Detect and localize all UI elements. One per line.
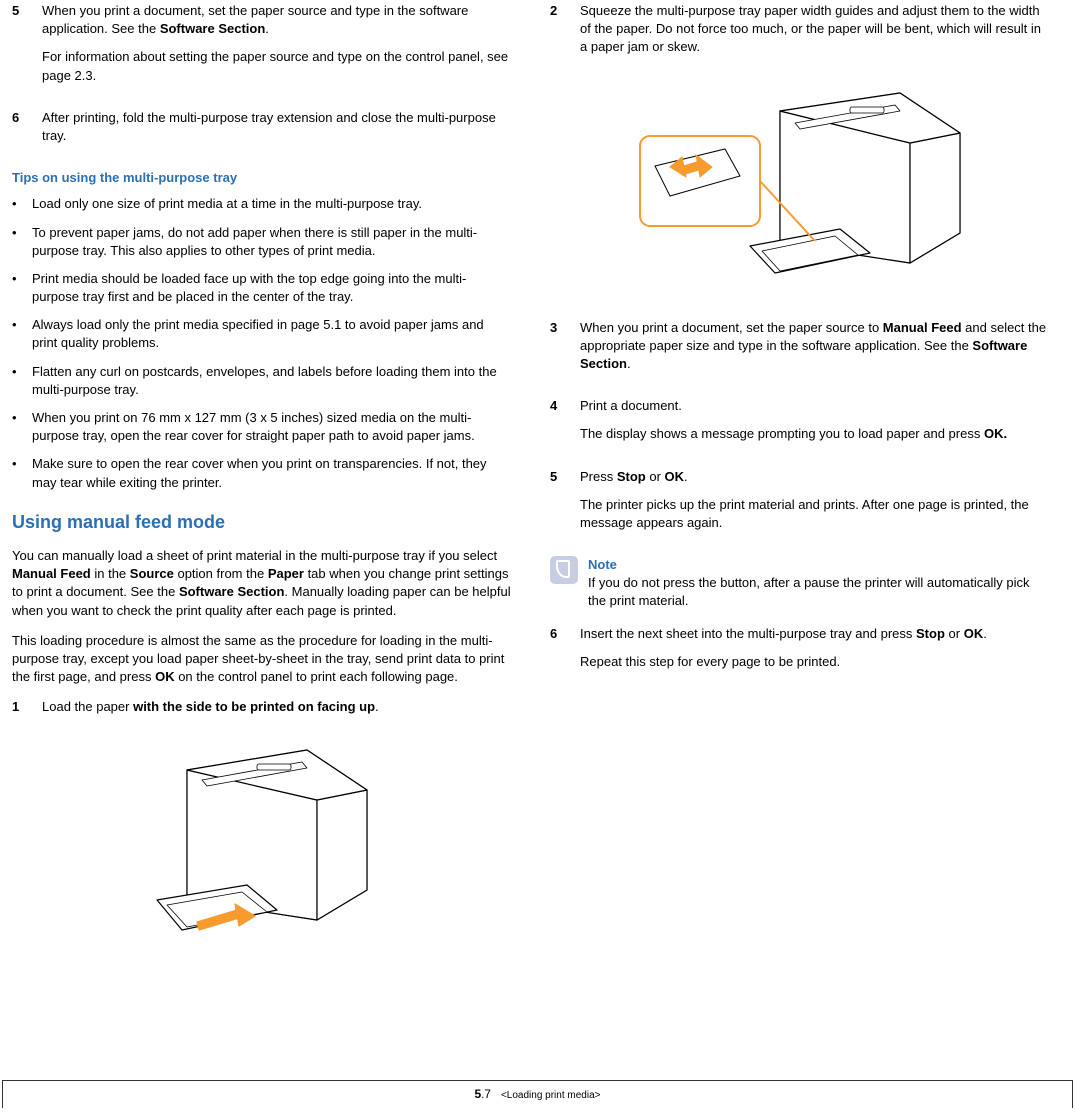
tip-item: •To prevent paper jams, do not add paper… <box>12 224 512 260</box>
step-number: 3 <box>550 319 568 384</box>
step-5-right: 5 Press Stop or OK. The printer picks up… <box>550 468 1050 543</box>
note-icon <box>550 556 578 584</box>
body-paragraph: You can manually load a sheet of print m… <box>12 547 512 620</box>
step-2: 2 Squeeze the multi-purpose tray paper w… <box>550 2 1050 67</box>
step-6: 6 After printing, fold the multi-purpose… <box>12 109 512 155</box>
step-text: The display shows a message prompting yo… <box>580 425 1050 443</box>
step-text: For information about setting the paper … <box>42 48 512 84</box>
section-heading: Using manual feed mode <box>12 510 512 535</box>
step-4: 4 Print a document. The display shows a … <box>550 397 1050 453</box>
tip-item: •Load only one size of print media at a … <box>12 195 512 213</box>
tip-item: •Always load only the print media specif… <box>12 316 512 352</box>
step-text: Print a document. <box>580 397 1050 415</box>
bullet-icon: • <box>12 363 22 399</box>
bullet-icon: • <box>12 316 22 352</box>
page-footer-frame: 5.7 <Loading print media> <box>2 1080 1073 1108</box>
tip-item: •Flatten any curl on postcards, envelope… <box>12 363 512 399</box>
page-footer: 5.7 <Loading print media> <box>475 1086 601 1103</box>
bullet-icon: • <box>12 224 22 260</box>
step-text: Squeeze the multi-purpose tray paper wid… <box>580 2 1050 57</box>
note-block: Note If you do not press the button, aft… <box>550 556 1050 611</box>
step-text: When you print a document, set the paper… <box>42 2 512 38</box>
step-number: 5 <box>12 2 30 95</box>
step-text: Insert the next sheet into the multi-pur… <box>580 625 1050 643</box>
body-paragraph: This loading procedure is almost the sam… <box>12 632 512 687</box>
step-6-right: 6 Insert the next sheet into the multi-p… <box>550 625 1050 681</box>
step-text: Repeat this step for every page to be pr… <box>580 653 1050 671</box>
step-text: When you print a document, set the paper… <box>580 319 1050 374</box>
bullet-icon: • <box>12 195 22 213</box>
tip-item: •When you print on 76 mm x 127 mm (3 x 5… <box>12 409 512 445</box>
step-3: 3 When you print a document, set the pap… <box>550 319 1050 384</box>
right-column: 2 Squeeze the multi-purpose tray paper w… <box>550 2 1050 968</box>
step-number: 5 <box>550 468 568 543</box>
step-number: 4 <box>550 397 568 453</box>
tip-item: •Print media should be loaded face up wi… <box>12 270 512 306</box>
footer-title: <Loading print media> <box>501 1089 601 1103</box>
printer-illustration-squeeze-guides <box>550 81 1050 301</box>
step-number: 2 <box>550 2 568 67</box>
bullet-icon: • <box>12 455 22 491</box>
bullet-icon: • <box>12 409 22 445</box>
bullet-icon: • <box>12 270 22 306</box>
printer-illustration-load-paper <box>12 740 512 950</box>
step-5: 5 When you print a document, set the pap… <box>12 2 512 95</box>
step-1: 1 Load the paper with the side to be pri… <box>12 698 512 726</box>
footer-page: 7 <box>484 1087 491 1101</box>
step-text: Press Stop or OK. <box>580 468 1050 486</box>
note-label: Note <box>588 556 1050 574</box>
note-text: If you do not press the button, after a … <box>588 574 1050 610</box>
step-number: 1 <box>12 698 30 726</box>
tip-item: •Make sure to open the rear cover when y… <box>12 455 512 491</box>
step-number: 6 <box>12 109 30 155</box>
step-text: The printer picks up the print material … <box>580 496 1050 532</box>
step-text: Load the paper with the side to be print… <box>42 698 512 716</box>
left-column: 5 When you print a document, set the pap… <box>12 2 512 968</box>
tips-heading: Tips on using the multi-purpose tray <box>12 169 512 187</box>
step-text: After printing, fold the multi-purpose t… <box>42 109 512 145</box>
step-number: 6 <box>550 625 568 681</box>
